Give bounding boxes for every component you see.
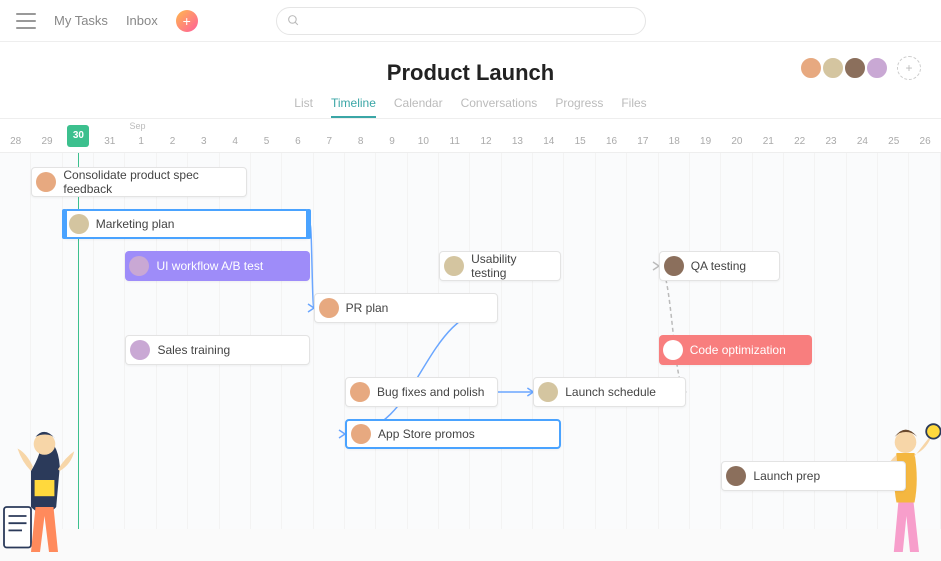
date-cell: 12 — [470, 136, 501, 152]
assignee-avatar — [538, 382, 558, 402]
task-bar[interactable]: App Store promos — [345, 419, 561, 449]
assignee-avatar — [351, 424, 371, 444]
task-label: Consolidate product spec feedback — [63, 168, 238, 196]
task-label: Launch schedule — [565, 385, 656, 399]
task-label: PR plan — [346, 301, 389, 315]
member-avatar[interactable] — [843, 56, 867, 80]
task-label: Bug fixes and polish — [377, 385, 484, 399]
resize-handle[interactable] — [306, 209, 311, 239]
date-cell: 31 — [94, 136, 125, 152]
task-bar[interactable]: Bug fixes and polish — [345, 377, 498, 407]
task-bar[interactable]: PR plan — [314, 293, 498, 323]
task-label: Usability testing — [471, 252, 551, 280]
task-label: UI workflow A/B test — [156, 259, 263, 273]
assignee-avatar — [129, 256, 149, 276]
date-cell: 25 — [878, 136, 909, 152]
add-button[interactable]: + — [176, 10, 198, 32]
date-cell: 17 — [627, 136, 658, 152]
timeline: 282930311Sep2345678910111213141516171819… — [0, 119, 941, 529]
assignee-avatar — [444, 256, 464, 276]
task-bar[interactable]: Usability testing — [439, 251, 560, 281]
date-cell: 20 — [721, 136, 752, 152]
date-cell: 6 — [282, 136, 313, 152]
task-bar[interactable]: Sales training — [125, 335, 309, 365]
date-cell: 23 — [815, 136, 846, 152]
date-cell: 1 — [125, 136, 156, 152]
assignee-avatar — [130, 340, 150, 360]
date-cell: 3 — [188, 136, 219, 152]
date-cell: 19 — [690, 136, 721, 152]
task-label: Launch prep — [753, 469, 820, 483]
menu-icon[interactable] — [16, 13, 36, 29]
assignee-avatar — [664, 256, 684, 276]
nav-my-tasks[interactable]: My Tasks — [54, 13, 108, 28]
date-cell: 7 — [314, 136, 345, 152]
task-bar[interactable]: Launch prep — [721, 461, 905, 491]
date-cell: 30 — [63, 125, 94, 152]
date-cell: 15 — [564, 136, 595, 152]
date-cell: 22 — [784, 136, 815, 152]
resize-handle[interactable] — [62, 209, 67, 239]
task-label: Sales training — [157, 343, 230, 357]
month-label: Sep — [129, 121, 145, 131]
assignee-avatar — [726, 466, 746, 486]
tab-timeline[interactable]: Timeline — [331, 96, 376, 118]
date-cell: 26 — [909, 136, 940, 152]
date-cell: 10 — [408, 136, 439, 152]
decoration-left — [0, 417, 85, 561]
add-member-button[interactable]: + — [897, 56, 921, 80]
date-cell: 29 — [31, 136, 62, 152]
date-cell: 11 — [439, 136, 470, 152]
date-cell: 24 — [847, 136, 878, 152]
member-avatar[interactable] — [799, 56, 823, 80]
date-cell: 4 — [220, 136, 251, 152]
date-cell: 16 — [596, 136, 627, 152]
task-bar[interactable]: Launch schedule — [533, 377, 686, 407]
tab-calendar[interactable]: Calendar — [394, 96, 443, 118]
search-input[interactable] — [276, 7, 646, 35]
task-label: App Store promos — [378, 427, 475, 441]
nav-inbox[interactable]: Inbox — [126, 13, 158, 28]
page-header: Product Launch + ListTimelineCalendarCon… — [0, 42, 941, 119]
member-avatar[interactable] — [821, 56, 845, 80]
member-avatar[interactable] — [865, 56, 889, 80]
task-bar[interactable]: Marketing plan — [63, 209, 310, 239]
task-bar[interactable]: Consolidate product spec feedback — [31, 167, 247, 197]
tab-conversations[interactable]: Conversations — [461, 96, 538, 118]
task-bar[interactable]: QA testing — [659, 251, 780, 281]
assignee-avatar — [69, 214, 89, 234]
task-label: Marketing plan — [96, 217, 175, 231]
date-cell: 5 — [251, 136, 282, 152]
task-bar[interactable]: Code optimization — [659, 335, 812, 365]
date-cell: 14 — [533, 136, 564, 152]
search-icon — [287, 14, 300, 27]
assignee-avatar — [36, 172, 56, 192]
date-cell: 28 — [0, 136, 31, 152]
tab-files[interactable]: Files — [621, 96, 646, 118]
task-bar[interactable]: UI workflow A/B test — [125, 251, 309, 281]
tab-progress[interactable]: Progress — [555, 96, 603, 118]
view-tabs: List Timeline Calendar Conversations Progres… — [0, 96, 941, 118]
task-label: Code optimization — [690, 343, 786, 357]
task-label: QA testing — [691, 259, 746, 273]
assignee-avatar — [319, 298, 339, 318]
date-cell: 9 — [376, 136, 407, 152]
date-header: 282930311Sep2345678910111213141516171819… — [0, 119, 941, 153]
tab-list[interactable]: List — [294, 96, 313, 118]
top-bar: My Tasks Inbox + — [0, 0, 941, 42]
assignee-avatar — [350, 382, 370, 402]
date-cell: 8 — [345, 136, 376, 152]
date-cell: 18 — [659, 136, 690, 152]
date-cell: 2 — [157, 136, 188, 152]
date-cell: 13 — [502, 136, 533, 152]
assignee-avatar — [663, 340, 683, 360]
members-list: + — [799, 56, 921, 80]
date-cell: 21 — [753, 136, 784, 152]
